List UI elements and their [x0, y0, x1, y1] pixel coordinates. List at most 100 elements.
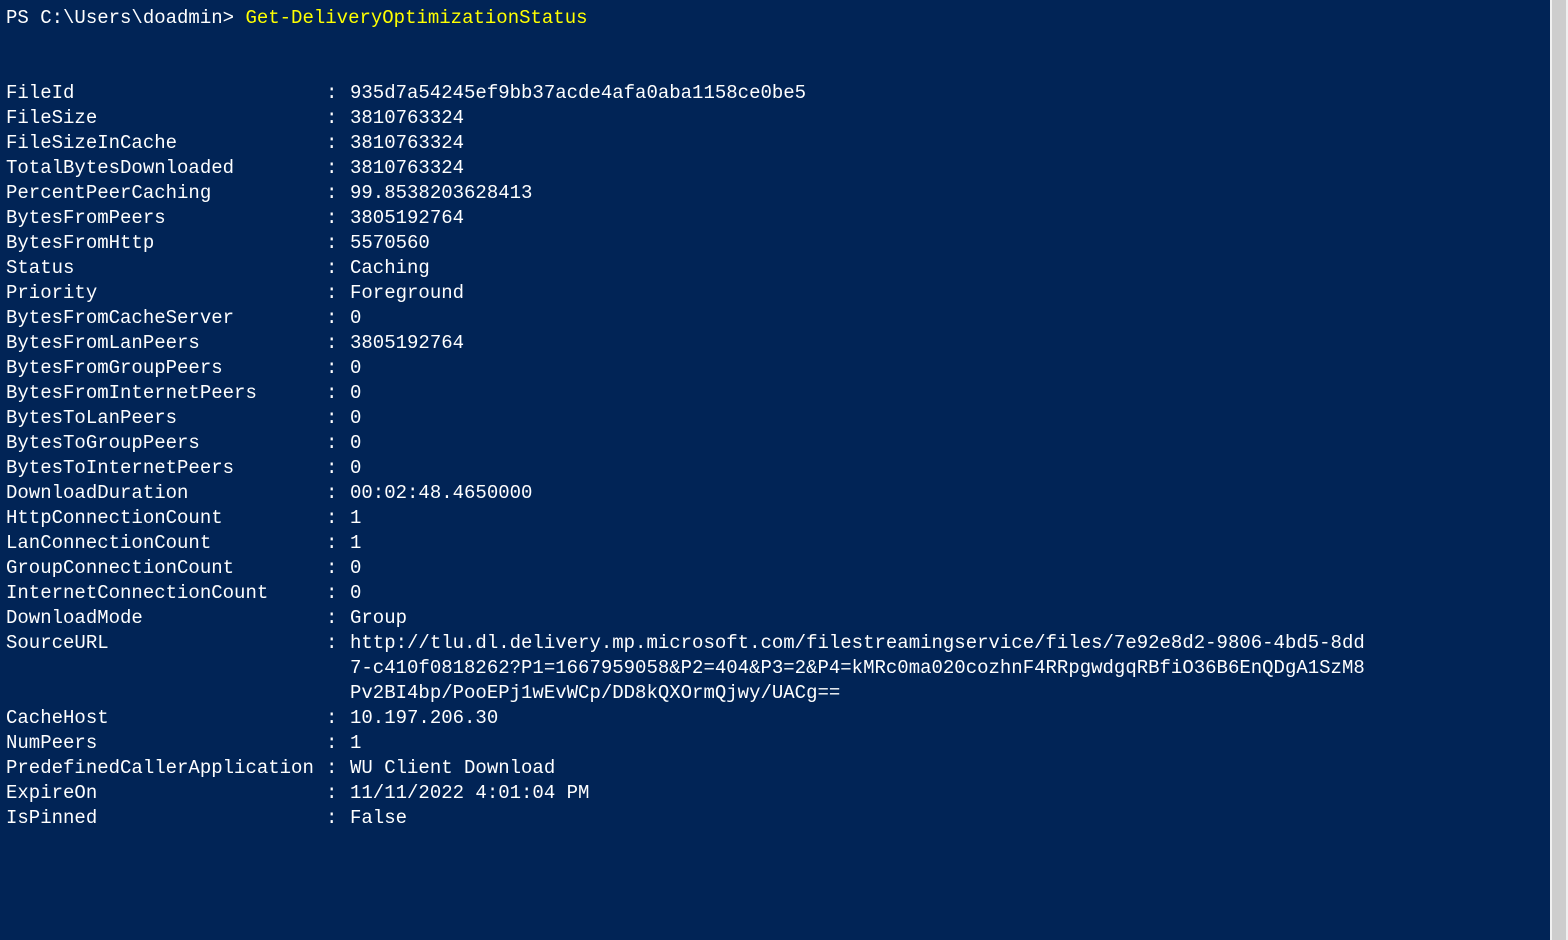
output-row: DownloadDuration : 00:02:48.4650000 [6, 481, 1562, 506]
property-name: ExpireOn [6, 781, 326, 806]
output-row: BytesFromInternetPeers : 0 [6, 381, 1562, 406]
property-value: 1 [350, 731, 1562, 756]
output-row: ExpireOn : 11/11/2022 4:01:04 PM [6, 781, 1562, 806]
property-value: 0 [350, 306, 1562, 331]
output-row: FileId : 935d7a54245ef9bb37acde4afa0aba1… [6, 81, 1562, 106]
property-value: 99.8538203628413 [350, 181, 1562, 206]
property-separator: : [326, 306, 350, 331]
url-continuation: Pv2BI4bp/PooEPj1wEvWCp/DD8kQXOrmQjwy/UAC… [6, 681, 1562, 706]
property-name: BytesFromHttp [6, 231, 326, 256]
property-separator: : [326, 356, 350, 381]
output-row: BytesFromLanPeers : 3805192764 [6, 331, 1562, 356]
scrollbar[interactable] [1550, 0, 1568, 940]
property-separator: : [326, 381, 350, 406]
output-row: FileSizeInCache : 3810763324 [6, 131, 1562, 156]
property-value: 3810763324 [350, 106, 1562, 131]
output-row: LanConnectionCount : 1 [6, 531, 1562, 556]
property-value: 935d7a54245ef9bb37acde4afa0aba1158ce0be5 [350, 81, 1562, 106]
output-row: PercentPeerCaching : 99.8538203628413 [6, 181, 1562, 206]
property-separator: : [326, 531, 350, 556]
property-separator: : [326, 131, 350, 156]
property-separator: : [326, 81, 350, 106]
property-name: CacheHost [6, 706, 326, 731]
output-row: BytesToInternetPeers : 0 [6, 456, 1562, 481]
property-value: 0 [350, 406, 1562, 431]
property-name: DownloadDuration [6, 481, 326, 506]
output-row: InternetConnectionCount : 0 [6, 581, 1562, 606]
property-value: Group [350, 606, 1562, 631]
property-name: PercentPeerCaching [6, 181, 326, 206]
output-row: BytesToGroupPeers : 0 [6, 431, 1562, 456]
property-value: 0 [350, 581, 1562, 606]
property-separator: : [326, 781, 350, 806]
property-value: 11/11/2022 4:01:04 PM [350, 781, 1562, 806]
property-value: 0 [350, 556, 1562, 581]
property-value: 3810763324 [350, 156, 1562, 181]
property-name: FileSizeInCache [6, 131, 326, 156]
output-row: BytesFromCacheServer : 0 [6, 306, 1562, 331]
output-row: NumPeers : 1 [6, 731, 1562, 756]
property-value: WU Client Download [350, 756, 1562, 781]
output-row: Priority : Foreground [6, 281, 1562, 306]
property-value: http://tlu.dl.delivery.mp.microsoft.com/… [350, 631, 1562, 656]
property-separator: : [326, 256, 350, 281]
output-row: FileSize : 3810763324 [6, 106, 1562, 131]
output-row: BytesToLanPeers : 0 [6, 406, 1562, 431]
property-name: SourceURL [6, 631, 326, 656]
property-value: 0 [350, 456, 1562, 481]
scrollbar-thumb[interactable] [1552, 0, 1566, 940]
property-separator: : [326, 231, 350, 256]
property-value: 00:02:48.4650000 [350, 481, 1562, 506]
property-value: 1 [350, 531, 1562, 556]
property-separator: : [326, 556, 350, 581]
prompt-command: Get-DeliveryOptimizationStatus [245, 7, 587, 29]
property-separator: : [326, 506, 350, 531]
property-name: BytesFromGroupPeers [6, 356, 326, 381]
property-separator: : [326, 406, 350, 431]
property-value: Caching [350, 256, 1562, 281]
output-block: FileId : 935d7a54245ef9bb37acde4afa0aba1… [6, 81, 1562, 831]
property-name: BytesToInternetPeers [6, 456, 326, 481]
property-separator: : [326, 706, 350, 731]
property-separator: : [326, 481, 350, 506]
property-name: LanConnectionCount [6, 531, 326, 556]
property-name: PredefinedCallerApplication [6, 756, 326, 781]
property-separator: : [326, 806, 350, 831]
property-name: FileSize [6, 106, 326, 131]
property-name: Priority [6, 281, 326, 306]
property-name: BytesToLanPeers [6, 406, 326, 431]
property-value: 0 [350, 356, 1562, 381]
property-name: BytesFromLanPeers [6, 331, 326, 356]
property-separator: : [326, 281, 350, 306]
property-separator: : [326, 431, 350, 456]
property-separator: : [326, 456, 350, 481]
output-row: PredefinedCallerApplication : WU Client … [6, 756, 1562, 781]
output-row: BytesFromGroupPeers : 0 [6, 356, 1562, 381]
output-row: BytesFromPeers : 3805192764 [6, 206, 1562, 231]
property-separator: : [326, 331, 350, 356]
property-name: InternetConnectionCount [6, 581, 326, 606]
command-prompt-line: PS C:\Users\doadmin> Get-DeliveryOptimiz… [6, 6, 1562, 31]
property-name: Status [6, 256, 326, 281]
property-name: BytesFromPeers [6, 206, 326, 231]
property-value: 3810763324 [350, 131, 1562, 156]
property-value: 10.197.206.30 [350, 706, 1562, 731]
property-value: 3805192764 [350, 206, 1562, 231]
property-value: Foreground [350, 281, 1562, 306]
url-continuation: 7-c410f0818262?P1=1667959058&P2=404&P3=2… [6, 656, 1562, 681]
property-value: 1 [350, 506, 1562, 531]
property-value: False [350, 806, 1562, 831]
property-name: FileId [6, 81, 326, 106]
property-name: DownloadMode [6, 606, 326, 631]
output-row: Status : Caching [6, 256, 1562, 281]
property-separator: : [326, 756, 350, 781]
property-value: 0 [350, 381, 1562, 406]
property-separator: : [326, 631, 350, 656]
property-name: BytesToGroupPeers [6, 431, 326, 456]
property-separator: : [326, 106, 350, 131]
property-name: HttpConnectionCount [6, 506, 326, 531]
property-separator: : [326, 156, 350, 181]
property-value: 5570560 [350, 231, 1562, 256]
output-row: CacheHost : 10.197.206.30 [6, 706, 1562, 731]
property-separator: : [326, 731, 350, 756]
